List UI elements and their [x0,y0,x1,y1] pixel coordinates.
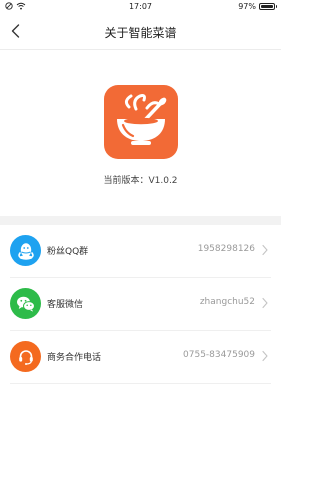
about-section: 当前版本：V1.0.2 [0,50,281,216]
chevron-right-icon [262,297,268,309]
contact-row-business-phone[interactable]: 商务合作电话 0755-83475909 [10,331,271,384]
contact-value: zhangchu52 [199,297,255,307]
contact-label: 粉丝QQ群 [47,247,89,257]
contact-label: 商务合作电话 [47,353,102,363]
status-right: 97% [238,2,277,11]
chevron-right-icon [262,244,268,256]
headset-icon [10,341,41,372]
qq-icon [10,235,41,266]
section-divider [0,216,281,225]
page-title: 关于智能菜谱 [104,26,177,40]
contact-row-qq-group[interactable]: 粉丝QQ群 1958298126 [10,225,271,278]
version-text: 当前版本：V1.0.2 [103,176,178,186]
navigation-bar: 关于智能菜谱 [0,14,281,50]
wechat-icon [10,288,41,319]
contact-value: 0755-83475909 [183,350,255,360]
chevron-right-icon [262,350,268,362]
status-bar: 17:07 97% [0,0,281,14]
soup-bowl-logo-icon [104,85,178,159]
battery-percentage: 97% [238,2,256,11]
contact-label: 客服微信 [47,300,84,310]
contact-list: 粉丝QQ群 1958298126 客服微信 zhangchu52 商务合作电话 … [0,225,281,384]
battery-icon [259,3,277,10]
contact-row-wechat[interactable]: 客服微信 zhangchu52 [10,278,271,331]
contact-value: 1958298126 [197,244,255,254]
